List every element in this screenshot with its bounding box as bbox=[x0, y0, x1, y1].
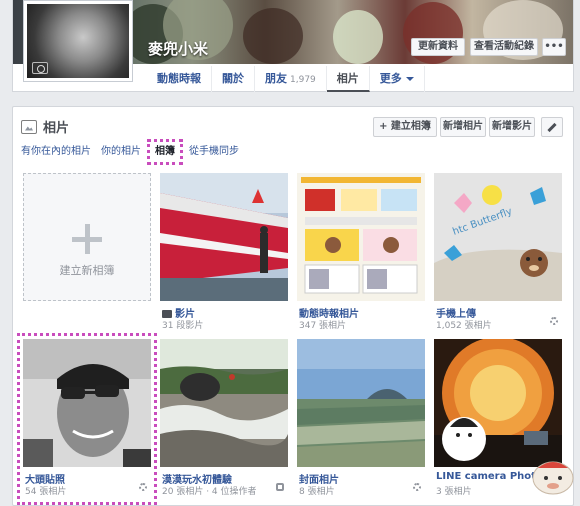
more-options-button[interactable]: ••• bbox=[542, 38, 566, 56]
album-card[interactable]: 影片 31 段影片 bbox=[160, 173, 288, 333]
edit-button[interactable] bbox=[541, 117, 563, 137]
tab-synced-from-phone[interactable]: 從手機同步 bbox=[189, 143, 239, 161]
plus-icon bbox=[72, 224, 102, 254]
album-cover-image[interactable] bbox=[160, 339, 288, 467]
photos-icon bbox=[21, 119, 37, 134]
create-album-button[interactable]: + 建立相簿 bbox=[373, 117, 437, 137]
album-card[interactable]: 動態時報相片 347 張相片 bbox=[297, 173, 425, 333]
profile-nav: 動態時報 關於 朋友 1,979 相片 更多 bbox=[147, 66, 425, 92]
album-count: 31 段影片 bbox=[162, 321, 204, 331]
shared-album-icon bbox=[276, 483, 284, 491]
album-cover-image[interactable] bbox=[434, 339, 562, 467]
album-cover-image[interactable]: htc Butterfly bbox=[434, 173, 562, 301]
gear-icon[interactable] bbox=[413, 483, 421, 491]
album-card-highlighted[interactable]: 大頭貼照 54 張相片 bbox=[17, 333, 157, 505]
nav-about[interactable]: 關於 bbox=[212, 66, 255, 92]
mascot-watermark bbox=[528, 456, 578, 496]
album-cover-image[interactable] bbox=[160, 173, 288, 301]
friends-count: 1,979 bbox=[290, 75, 316, 85]
add-video-button[interactable]: 新增影片 bbox=[489, 117, 535, 137]
add-photos-button[interactable]: 新增相片 bbox=[440, 117, 486, 137]
album-cover-image[interactable] bbox=[23, 339, 151, 467]
tab-your-photos[interactable]: 你的相片 bbox=[101, 143, 141, 161]
album-count: 347 張相片 bbox=[299, 321, 347, 331]
gear-icon[interactable] bbox=[139, 483, 147, 491]
album-count: 1,052 張相片 bbox=[436, 321, 492, 331]
nav-friends[interactable]: 朋友 1,979 bbox=[255, 66, 327, 92]
album-card[interactable]: 封面相片 8 張相片 bbox=[297, 339, 425, 499]
photos-title[interactable]: 相片 bbox=[43, 117, 69, 136]
create-new-album-card[interactable]: 建立新相簿 bbox=[23, 173, 151, 333]
tab-photos-of-you[interactable]: 有你在內的相片 bbox=[21, 143, 91, 161]
film-icon bbox=[162, 310, 172, 318]
album-count: 3 張相片 bbox=[436, 487, 472, 497]
pencil-icon bbox=[547, 122, 557, 133]
album-card[interactable]: htc Butterfly 手機上傳 1,052 張相片 bbox=[434, 173, 562, 333]
album-count: 8 張相片 bbox=[299, 487, 335, 497]
nav-timeline[interactable]: 動態時報 bbox=[147, 66, 212, 92]
album-card[interactable]: 漠漠玩水初體驗 20 張相片 · 4 位操作者 bbox=[160, 339, 288, 499]
album-cover-image[interactable] bbox=[297, 339, 425, 467]
update-info-button[interactable]: 更新資料 bbox=[411, 38, 465, 56]
album-count: 54 張相片 bbox=[25, 487, 67, 497]
gear-icon[interactable] bbox=[550, 317, 558, 325]
view-activity-log-button[interactable]: 查看活動紀錄 bbox=[470, 38, 538, 56]
create-new-album-label: 建立新相簿 bbox=[59, 264, 115, 277]
chevron-down-icon bbox=[405, 77, 414, 81]
photos-tabs: 有你在內的相片 你的相片 相簿 從手機同步 bbox=[21, 139, 249, 165]
profile-name[interactable]: 麥兜小米 bbox=[148, 38, 208, 59]
profile-header: 麥兜小米 更新資料 查看活動紀錄 ••• 動態時報 關於 朋友 1,979 相片 … bbox=[12, 0, 574, 92]
nav-more[interactable]: 更多 bbox=[370, 66, 425, 92]
tab-albums[interactable]: 相簿 bbox=[147, 139, 183, 165]
profile-picture[interactable] bbox=[23, 0, 133, 82]
nav-photos[interactable]: 相片 bbox=[326, 66, 370, 92]
album-count: 20 張相片 · 4 位操作者 bbox=[162, 487, 257, 497]
photos-panel: 相片 + 建立相簿 新增相片 新增影片 有你在內的相片 你的相片 相簿 從手機同… bbox=[12, 106, 574, 506]
camera-icon[interactable] bbox=[32, 62, 48, 74]
album-cover-image[interactable] bbox=[297, 173, 425, 301]
